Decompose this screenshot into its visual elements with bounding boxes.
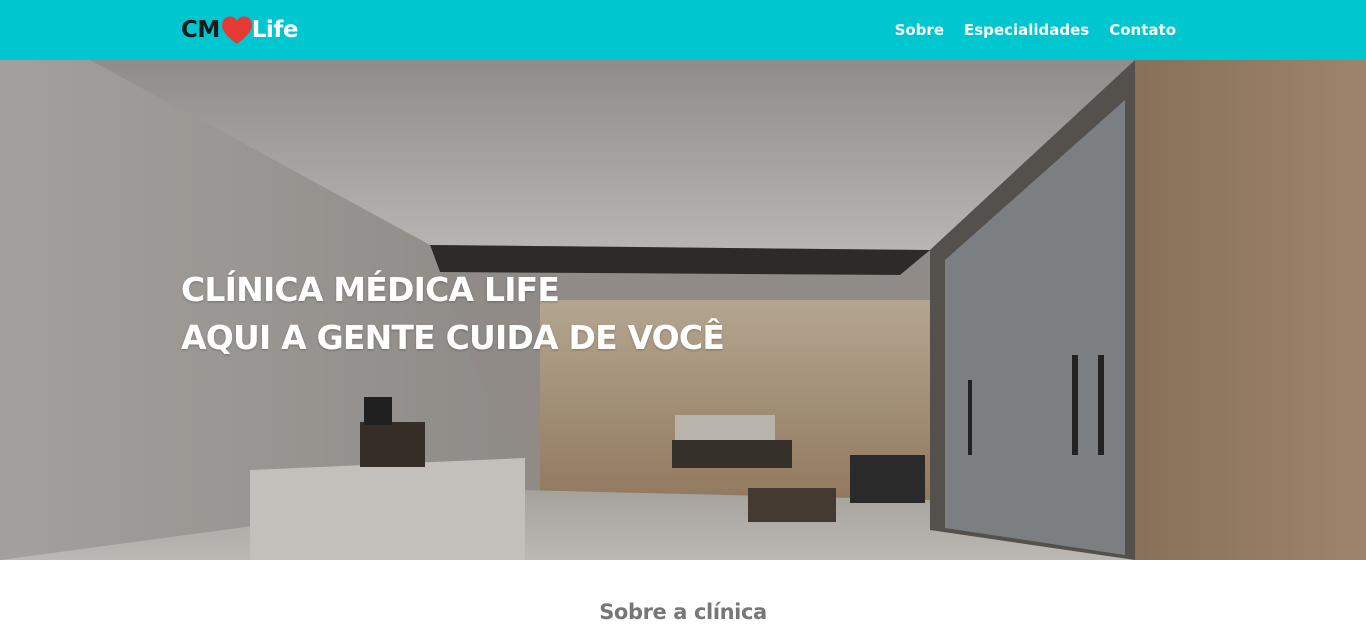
- logo-cm-text: CM: [181, 17, 220, 43]
- about-section-title: Sobre a clínica: [599, 600, 767, 624]
- hero-title-line1: CLÍNICA MÉDICA LIFE: [181, 270, 560, 309]
- nav-item-sobre: Sobre: [895, 21, 944, 40]
- nav-item-contato: Contato: [1109, 21, 1176, 40]
- hero-headline: CLÍNICA MÉDICA LIFE AQUI A GENTE CUIDA D…: [181, 266, 725, 362]
- nav-item-especialidades: Especialidades: [964, 21, 1089, 40]
- hero-title-line2: AQUI A GENTE CUIDA DE VOCÊ: [181, 318, 725, 357]
- hero-banner: CLÍNICA MÉDICA LIFE AQUI A GENTE CUIDA D…: [0, 60, 1366, 560]
- navbar: CM Life Sobre Especialidades Contato: [0, 0, 1366, 60]
- logo-life-text: Life: [251, 17, 299, 43]
- main-nav: Sobre Especialidades Contato: [895, 0, 1176, 60]
- nav-link-sobre[interactable]: Sobre: [895, 21, 944, 39]
- heart-icon: [221, 16, 252, 44]
- brand-logo[interactable]: CM Life: [181, 13, 298, 47]
- nav-link-especialidades[interactable]: Especialidades: [964, 21, 1089, 39]
- nav-link-contato[interactable]: Contato: [1109, 21, 1176, 39]
